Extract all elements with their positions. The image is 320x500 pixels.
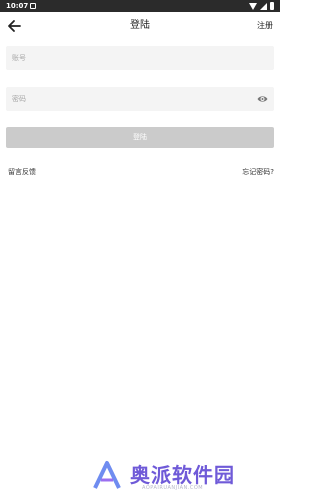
login-screen: 10:07 登陆 注册 登陆 留言反馈 忘记密码? 奥派软件园 — [0, 0, 280, 500]
password-input[interactable] — [6, 87, 246, 111]
register-link[interactable]: 注册 — [257, 12, 273, 40]
status-icons — [249, 2, 274, 10]
signal-icon — [260, 2, 267, 10]
nav-bar: 登陆 注册 — [0, 12, 280, 40]
battery-icon — [270, 2, 274, 10]
status-bar: 10:07 — [0, 0, 280, 12]
status-time: 10:07 — [6, 2, 29, 10]
watermark-text: 奥派软件园 — [130, 463, 235, 487]
watermark-subtext: AOPAIRUANJIAN.COM — [142, 485, 204, 491]
account-input[interactable] — [6, 46, 246, 70]
wifi-icon — [249, 2, 257, 10]
password-field — [6, 87, 274, 111]
login-button[interactable]: 登陆 — [6, 127, 274, 148]
account-field — [6, 46, 274, 70]
watermark: 奥派软件园 AOPAIRUANJIAN.COM — [92, 458, 272, 494]
notification-icon — [30, 3, 36, 9]
feedback-link[interactable]: 留言反馈 — [8, 167, 36, 177]
watermark-logo-icon — [93, 461, 121, 489]
page-title: 登陆 — [130, 20, 150, 31]
eye-icon[interactable] — [257, 94, 268, 104]
forgot-password-link[interactable]: 忘记密码? — [242, 167, 274, 177]
